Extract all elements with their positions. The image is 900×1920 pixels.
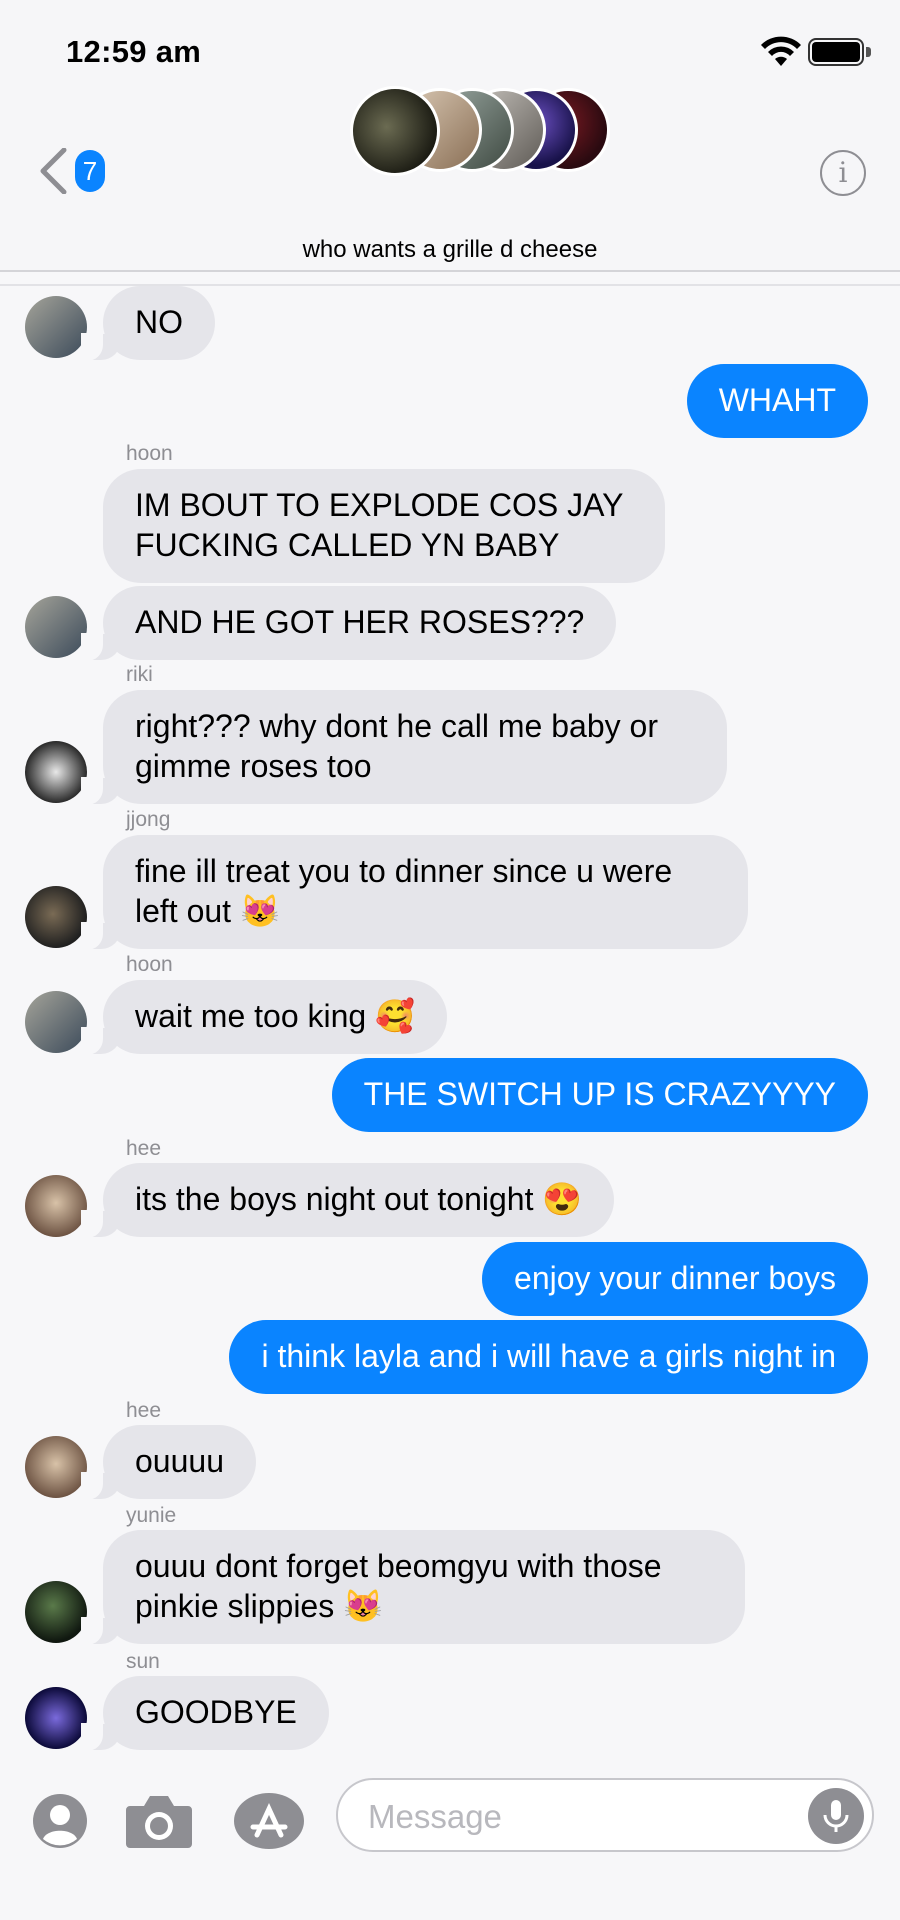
back-button[interactable]: 7 [38,146,112,198]
avatar-yunie[interactable] [25,1581,87,1643]
contact-icon[interactable] [32,1793,88,1849]
unread-badge: 7 [75,150,105,192]
wifi-icon [761,36,801,66]
chat-title[interactable]: who wants a grille d cheese [0,236,900,264]
status-time: 12:59 am [66,34,202,69]
avatar-hee[interactable] [25,1436,87,1498]
avatar-hoon[interactable] [25,991,87,1053]
message-bubble[interactable]: ouuuu [81,1425,256,1500]
avatar-hoon[interactable] [25,596,87,658]
message-placeholder: Message [368,1798,502,1835]
app-store-icon[interactable] [233,1791,305,1851]
sender-name: hoon [126,442,173,465]
back-chevron-icon [40,148,67,194]
message-bubble[interactable]: fine ill treat you to dinner since u wer… [81,835,748,950]
message-input[interactable]: Message [336,1778,874,1852]
microphone-icon[interactable] [808,1788,864,1844]
sender-name: riki [126,663,153,686]
message-bubble[interactable]: ouuu dont forget beomgyu with those pink… [81,1530,745,1645]
message-bubble[interactable]: enjoy your dinner boys [482,1242,868,1316]
sender-name: hee [126,1399,162,1422]
avatar-hee[interactable] [25,1175,87,1237]
message-bubble[interactable]: THE SWITCH UP IS CRAZYYYY [331,1058,868,1132]
group-avatars[interactable] [350,86,610,176]
message-bubble[interactable]: IM BOUT TO EXPLODE COS JAY FUCKING CALLE… [103,469,665,583]
conversation-header: 12:59 am 7 i who wants a grille d cheese [0,0,900,272]
camera-icon[interactable] [124,1792,194,1850]
sender-name: sun [126,1650,160,1673]
message-bubble[interactable]: i think layla and i will have a girls ni… [229,1320,868,1394]
avatar-riki[interactable] [25,741,87,803]
avatar-sun[interactable] [25,1687,87,1749]
avatar-jjong[interactable] [25,886,87,948]
sender-name: jjong [126,808,171,831]
info-icon[interactable]: i [820,150,866,196]
message-bubble[interactable]: WHAHT [686,364,868,438]
sender-name: hee [126,1137,162,1160]
group-avatar [350,86,440,176]
message-bubble[interactable]: wait me too king 🥰 [81,980,447,1055]
message-bubble[interactable]: its the boys night out tonight 😍 [80,1163,615,1238]
message-bubble[interactable]: right??? why dont he call me baby or gim… [81,690,727,805]
avatar-hoon[interactable] [25,296,87,358]
message-bubble[interactable]: AND HE GOT HER ROSES??? [80,586,617,661]
message-bubble[interactable]: NO [81,286,215,361]
imessage-conversation: 12:59 am 7 i who wants a grille d cheese… [0,0,900,1920]
sender-name: hoon [126,953,173,976]
battery-icon [808,38,874,66]
message-bubble[interactable]: GOODBYE [81,1676,329,1751]
sender-name: yunie [126,1504,177,1527]
